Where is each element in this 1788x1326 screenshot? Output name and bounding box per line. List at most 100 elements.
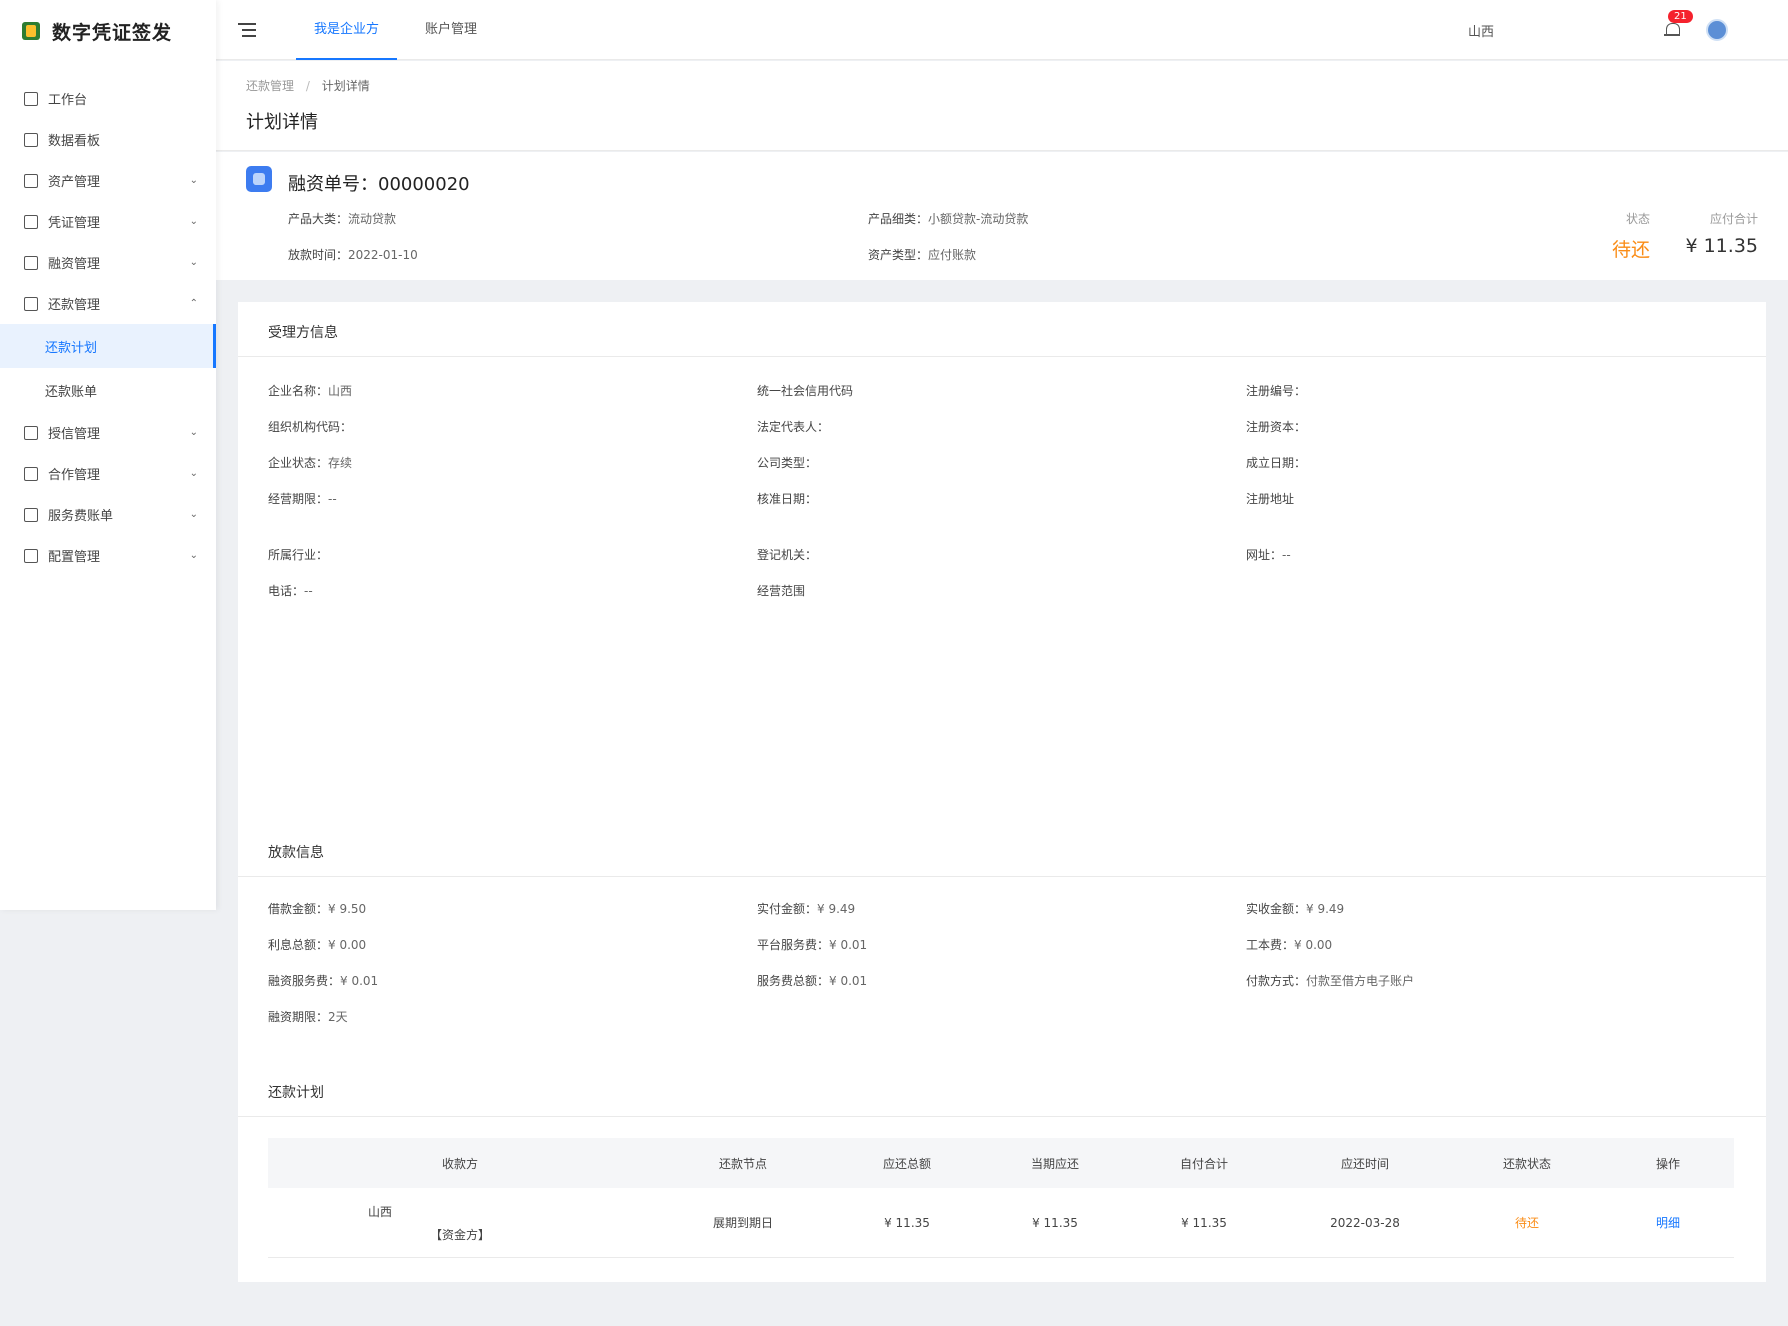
loan-section-title: 放款信息 [268,845,324,861]
logo-icon [22,22,40,40]
field-label: 融资期限： [268,1010,329,1024]
company-name[interactable]: 山西 [1468,21,1494,40]
menu-toggle-icon[interactable] [238,22,256,37]
sidebar-item-service-bill[interactable]: 服务费账单 ⌄ [0,494,216,535]
field-value: ¥ 0.01 [829,938,868,952]
acceptor-field: 经营范围 [757,582,805,599]
field-value: ¥ 0.00 [1294,938,1333,952]
field-label: 所属行业： [268,548,329,562]
acceptor-field: 组织机构代码： [268,418,352,435]
repayment-icon [24,296,38,311]
column-header: 应还时间 [1340,1156,1389,1171]
loan-field: 融资期限：2天 [268,1008,348,1025]
page-header: 还款管理 / 计划详情 计划详情 [216,61,1788,151]
status-label: 状态 [1625,212,1650,226]
field-label: 注册资本： [1246,420,1307,434]
sidebar-item-label: 配置管理 [48,550,101,565]
partners-icon [24,466,38,481]
acceptor-field: 电话：-- [268,582,313,599]
field-value: ¥ 0.00 [328,938,367,952]
cube-icon [246,166,272,192]
field-label: 法定代表人： [757,420,830,434]
tab-account[interactable]: 账户管理 [407,0,495,60]
bell-icon[interactable]: 21 [1664,10,1693,38]
sidebar-item-label: 授信管理 [48,427,101,442]
sidebar-item-dashboard[interactable]: 数据看板 [0,119,216,160]
loan-field: 服务费总额：¥ 0.01 [757,972,867,989]
table-row: 山西 【资金方】 展期到期日 ¥ 11.35 ¥ 11.35 ¥ 11.35 2… [268,1188,1734,1258]
field-label: 经营范围 [757,584,806,598]
breadcrumb-current: 计划详情 [321,79,370,93]
column-header: 当期应还 [1030,1156,1079,1171]
sidebar: 数字凭证签发 工作台 数据看板 资产管理 ⌄ 凭证管理 ⌄ 融资管理 ⌄ 还款管… [0,0,216,910]
field-value: 2022-01-10 [348,248,418,262]
status-stat: 状态 待还 [1612,210,1650,262]
acceptor-field: 法定代表人： [757,418,829,435]
field-label: 平台服务费： [757,938,830,952]
field-value: 付款至借方电子账户 [1306,974,1415,988]
field-label: 利息总额： [268,938,329,952]
sidebar-item-cooperation[interactable]: 合作管理 ⌄ [0,453,216,494]
loan-time: 放款时间：2022-01-10 [288,246,418,263]
acceptor-field: 企业名称：山西 [268,382,352,399]
sidebar-item-vouchers[interactable]: 凭证管理 ⌄ [0,201,216,242]
money-bag-icon [24,255,38,270]
loan-field: 实付金额：¥ 9.49 [757,900,855,917]
tab-enterprise[interactable]: 我是企业方 [296,0,398,60]
field-label: 企业状态： [268,456,329,470]
sidebar-item-repayment[interactable]: 还款管理 ⌃ [0,283,216,324]
column-header: 收款方 [441,1156,478,1171]
total-due-cell: ¥ 11.35 [884,1215,930,1230]
top-right-area: 山西 21 [1468,0,1728,60]
payee-cell: 山西 【资金方】 [268,1203,652,1243]
detail-link[interactable]: 明细 [1602,1214,1734,1231]
app-title: 数字凭证签发 [52,21,173,44]
loan-field: 平台服务费：¥ 0.01 [757,936,867,953]
sidebar-item-label: 资产管理 [48,175,101,190]
breadcrumb-parent[interactable]: 还款管理 [246,79,294,93]
acceptor-field: 登记机关： [757,546,817,563]
current-due-cell: ¥ 11.35 [1032,1215,1078,1230]
chevron-down-icon: ⌄ [189,550,198,561]
top-bar: 我是企业方 账户管理 山西 21 [216,0,1788,60]
sidebar-item-financing[interactable]: 融资管理 ⌄ [0,242,216,283]
field-value: -- [328,492,337,506]
field-value: ¥ 9.49 [817,902,856,916]
sidebar-item-label: 融资管理 [48,257,101,272]
field-label: 经营期限： [268,492,329,506]
field-label: 公司类型： [757,456,818,470]
chevron-down-icon: ⌄ [189,216,198,227]
sidebar-item-credit[interactable]: 授信管理 ⌄ [0,412,216,453]
field-value: ¥ 0.01 [829,974,868,988]
status-value: 待还 [1611,239,1650,261]
chevron-up-icon: ⌃ [189,298,198,309]
field-label: 核准日期： [757,492,818,506]
chart-icon [24,132,38,147]
divider [238,876,1766,877]
acceptor-field: 注册地址 [1246,490,1294,507]
sidebar-item-workbench[interactable]: 工作台 [0,78,216,119]
loan-field: 实收金额：¥ 9.49 [1246,900,1344,917]
column-header: 还款节点 [718,1156,767,1171]
sidebar-item-label: 服务费账单 [48,509,114,524]
sidebar-item-repayment-plan[interactable]: 还款计划 [0,324,216,368]
acceptor-field: 公司类型： [757,454,817,471]
field-value: -- [1282,548,1291,562]
database-icon [24,173,38,188]
sidebar-item-config[interactable]: 配置管理 ⌄ [0,535,216,576]
settings-icon [24,548,38,563]
field-label: 借款金额： [268,902,329,916]
sidebar-item-repayment-bill[interactable]: 还款账单 [0,368,216,412]
column-header: 还款状态 [1502,1156,1551,1171]
field-label: 注册地址 [1246,492,1295,506]
loan-field: 融资服务费：¥ 0.01 [268,972,378,989]
app-logo[interactable]: 数字凭证签发 [0,0,216,62]
detail-card: 受理方信息 企业名称：山西 统一社会信用代码 注册编号： 组织机构代码： 法定代… [238,302,1766,1282]
field-label: 产品细类： [868,212,929,226]
field-label: 登记机关： [757,548,818,562]
field-label: 实收金额： [1246,902,1307,916]
acceptor-field: 核准日期： [757,490,817,507]
avatar[interactable] [1706,19,1728,41]
loan-field: 工本费：¥ 0.00 [1246,936,1332,953]
sidebar-item-assets[interactable]: 资产管理 ⌄ [0,160,216,201]
